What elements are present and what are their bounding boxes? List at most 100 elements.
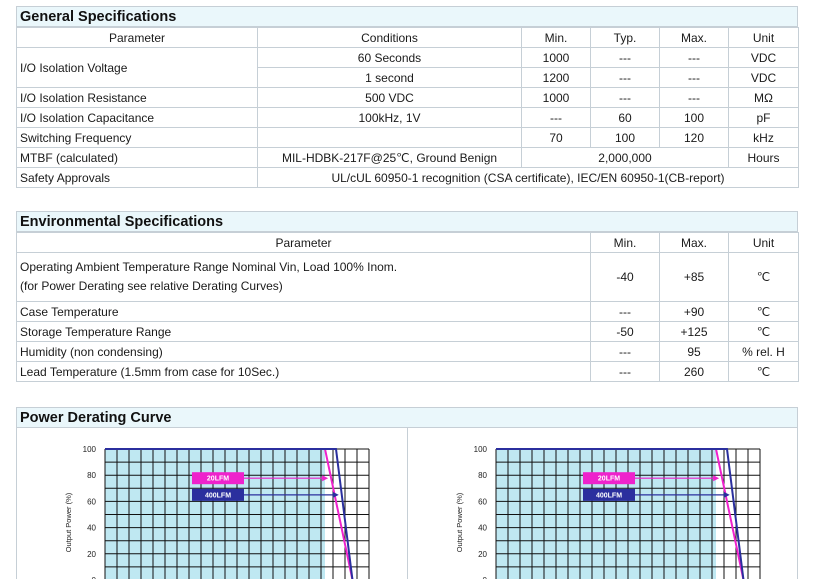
- ambient-line-2: (for Power Derating see relative Deratin…: [20, 279, 283, 293]
- param-safety-approvals: Safety Approvals: [16, 167, 258, 188]
- typ-cell: 60: [590, 107, 660, 128]
- min-cell: -40: [590, 252, 660, 302]
- col-header-max: Max.: [659, 232, 729, 253]
- typ-cell: ---: [590, 87, 660, 108]
- col-header-min: Min.: [590, 232, 660, 253]
- derating-chart-right: 020406080100Output Power (%)20LFM400LFM: [455, 445, 761, 579]
- col-header-unit: Unit: [728, 232, 799, 253]
- unit-cell: MΩ: [728, 87, 799, 108]
- cond-cell: 1 second: [257, 67, 522, 88]
- derating-chart-panel-left: 020406080100Output Power (%)20LFM400LFM: [16, 428, 408, 579]
- param-lead-temperature: Lead Temperature (1.5mm from case for 10…: [16, 361, 591, 382]
- y-tick-label: 100: [83, 445, 97, 454]
- derating-chart-panel-right: 020406080100Output Power (%)20LFM400LFM: [407, 428, 798, 579]
- typ-cell: 100: [590, 127, 660, 148]
- legend-arrowhead-20lfm: [322, 475, 329, 482]
- min-cell: ---: [590, 361, 660, 382]
- max-cell: +125: [659, 321, 729, 342]
- legend-label-20lfm: 20LFM: [598, 476, 620, 483]
- max-cell: +85: [659, 252, 729, 302]
- param-iso-voltage: I/O Isolation Voltage: [16, 47, 258, 88]
- legend-label-400lfm: 400LFM: [596, 492, 622, 499]
- param-iso-capacitance: I/O Isolation Capacitance: [16, 107, 258, 128]
- y-tick-label: 100: [474, 445, 488, 454]
- param-ambient-temperature: Operating Ambient Temperature Range Nomi…: [16, 252, 591, 302]
- max-cell: 100: [659, 107, 729, 128]
- max-cell: +90: [659, 301, 729, 322]
- unit-cell: ℃: [728, 361, 799, 382]
- max-cell: 260: [659, 361, 729, 382]
- col-header-max: Max.: [659, 27, 729, 48]
- min-cell: ---: [521, 107, 591, 128]
- cond-cell: [257, 127, 522, 148]
- y-tick-label: 20: [87, 550, 96, 559]
- unit-cell: Hours: [728, 147, 799, 168]
- y-axis-label: Output Power (%): [64, 492, 73, 552]
- min-cell: ---: [590, 341, 660, 362]
- cond-cell: 500 VDC: [257, 87, 522, 108]
- param-storage-temperature: Storage Temperature Range: [16, 321, 591, 342]
- legend-label-400lfm: 400LFM: [205, 492, 231, 499]
- max-cell: ---: [659, 67, 729, 88]
- unit-cell: VDC: [728, 47, 799, 68]
- unit-cell: pF: [728, 107, 799, 128]
- table-row: Storage Temperature Range -50 +125 ℃: [16, 321, 799, 342]
- param-case-temperature: Case Temperature: [16, 301, 591, 322]
- unit-cell: ℃: [728, 252, 799, 302]
- col-header-typ: Typ.: [590, 27, 660, 48]
- col-header-conditions: Conditions: [257, 27, 522, 48]
- min-cell: 1000: [521, 87, 591, 108]
- unit-cell: VDC: [728, 67, 799, 88]
- y-axis-label: Output Power (%): [455, 492, 464, 552]
- table-row: Case Temperature --- +90 ℃: [16, 301, 799, 322]
- legend-label-20lfm: 20LFM: [207, 476, 229, 483]
- unit-cell: % rel. H: [728, 341, 799, 362]
- environmental-specs-table: Parameter Min. Max. Unit Operating Ambie…: [16, 232, 799, 382]
- param-mtbf: MTBF (calculated): [16, 147, 258, 168]
- param-switching-frequency: Switching Frequency: [16, 127, 258, 148]
- max-cell: ---: [659, 47, 729, 68]
- y-tick-label: 60: [87, 497, 96, 506]
- min-cell: -50: [590, 321, 660, 342]
- legend-arrowhead-20lfm: [713, 475, 720, 482]
- typ-cell: ---: [590, 47, 660, 68]
- max-cell: 95: [659, 341, 729, 362]
- table-header-row: Parameter Conditions Min. Typ. Max. Unit: [16, 27, 799, 48]
- environmental-specs-title: Environmental Specifications: [16, 211, 798, 232]
- value-cell: UL/cUL 60950-1 recognition (CSA certific…: [257, 167, 799, 188]
- col-header-unit: Unit: [728, 27, 799, 48]
- table-row: Humidity (non condensing) --- 95 % rel. …: [16, 341, 799, 362]
- y-tick-label: 80: [87, 471, 96, 480]
- typ-cell: ---: [590, 67, 660, 88]
- min-cell: 1200: [521, 67, 591, 88]
- general-specs-table: Parameter Conditions Min. Typ. Max. Unit…: [16, 27, 799, 188]
- param-iso-resistance: I/O Isolation Resistance: [16, 87, 258, 108]
- min-cell: 1000: [521, 47, 591, 68]
- unit-cell: kHz: [728, 127, 799, 148]
- max-cell: ---: [659, 87, 729, 108]
- value-cell: 2,000,000: [521, 147, 729, 168]
- table-row: Lead Temperature (1.5mm from case for 10…: [16, 361, 799, 382]
- table-row: I/O Isolation Voltage 60 Seconds 1000 --…: [16, 47, 799, 88]
- table-row: Operating Ambient Temperature Range Nomi…: [16, 252, 799, 302]
- min-cell: 70: [521, 127, 591, 148]
- table-row: I/O Isolation Capacitance 100kHz, 1V ---…: [16, 107, 799, 128]
- y-tick-label: 40: [478, 524, 487, 533]
- cond-cell: 60 Seconds: [257, 47, 522, 68]
- table-header-row: Parameter Min. Max. Unit: [16, 232, 799, 253]
- col-header-parameter: Parameter: [16, 27, 258, 48]
- table-row: Safety Approvals UL/cUL 60950-1 recognit…: [16, 167, 799, 188]
- ambient-line-1: Operating Ambient Temperature Range Nomi…: [20, 260, 398, 274]
- table-row: MTBF (calculated) MIL-HDBK-217F@25℃, Gro…: [16, 147, 799, 168]
- col-header-min: Min.: [521, 27, 591, 48]
- table-row: Switching Frequency 70 100 120 kHz: [16, 127, 799, 148]
- y-tick-label: 40: [87, 524, 96, 533]
- max-cell: 120: [659, 127, 729, 148]
- y-tick-label: 20: [478, 550, 487, 559]
- param-humidity: Humidity (non condensing): [16, 341, 591, 362]
- unit-cell: ℃: [728, 321, 799, 342]
- general-specs-title: General Specifications: [16, 6, 798, 27]
- y-tick-label: 60: [478, 497, 487, 506]
- table-row: I/O Isolation Resistance 500 VDC 1000 --…: [16, 87, 799, 108]
- cond-cell: MIL-HDBK-217F@25℃, Ground Benign: [257, 147, 522, 168]
